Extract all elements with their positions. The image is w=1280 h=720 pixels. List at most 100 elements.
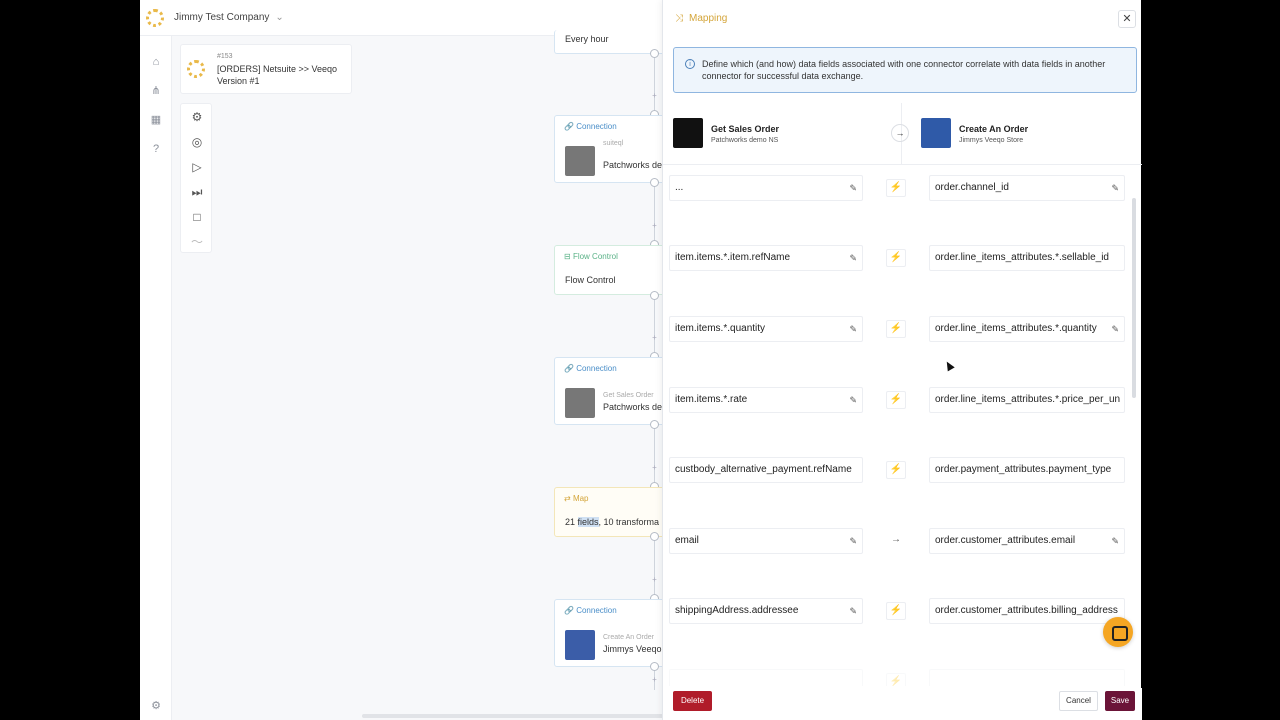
node-subtitle: suiteql: [603, 140, 624, 147]
source-name: Get Sales Order: [711, 124, 780, 134]
source-field[interactable]: ... ✎: [669, 175, 863, 201]
home-icon[interactable]: ⌂: [148, 54, 164, 70]
source-field[interactable]: [669, 669, 863, 686]
save-button[interactable]: Save: [1105, 691, 1135, 711]
cancel-button[interactable]: Cancel: [1059, 691, 1098, 711]
network-icon[interactable]: ⋔: [148, 83, 164, 99]
help-icon[interactable]: ?: [148, 141, 164, 157]
play-icon[interactable]: ▷: [190, 160, 204, 174]
schedule-label: Every hour: [565, 34, 609, 44]
oracle-logo-icon: [565, 146, 595, 176]
source-sub: Patchworks demo NS: [711, 137, 779, 144]
pencil-icon[interactable]: ✎: [849, 246, 857, 270]
info-icon: i: [685, 59, 695, 69]
target-field[interactable]: order.payment_attributes.payment_type: [929, 457, 1125, 483]
target-field[interactable]: order.channel_id ✎: [929, 175, 1125, 201]
arrow-right-icon[interactable]: →: [886, 532, 906, 550]
gear-icon[interactable]: ⚙: [190, 110, 204, 124]
skip-forward-icon[interactable]: ⏭: [190, 185, 204, 199]
flow-logo-icon: [187, 60, 205, 78]
chevron-down-icon: ⌄: [275, 12, 284, 23]
mapping-row: shippingAddress.addressee ✎ ⚡ order.custo…: [663, 589, 1133, 635]
panel-footer: Delete Cancel Save: [663, 688, 1142, 720]
mapping-row: item.items.*.item.refName ✎ ⚡ order.line_…: [663, 236, 1133, 282]
source-field[interactable]: item.items.*.rate ✎: [669, 387, 863, 413]
node-port[interactable]: [650, 291, 659, 300]
node-port[interactable]: [650, 662, 659, 671]
chat-launcher-icon[interactable]: [1103, 617, 1133, 647]
magic-wand-icon[interactable]: ⚡: [886, 673, 906, 686]
shuffle-icon: ⤨: [675, 13, 683, 24]
pencil-icon[interactable]: ✎: [1111, 317, 1119, 341]
connection-node-3[interactable]: 🔗 Connection Create An Order Jimmys Veeq…: [554, 599, 674, 667]
target-name: Create An Order: [959, 124, 1029, 134]
add-step-icon[interactable]: +: [650, 676, 659, 685]
flow-number: #153: [217, 53, 233, 60]
veeqo-logo-icon: [921, 118, 951, 148]
flow-control-node[interactable]: ⊟ Flow Control Flow Control: [554, 245, 674, 295]
mapping-row: email ✎ → order.customer_attributes.email…: [663, 519, 1133, 565]
oracle-netsuite-logo-icon: [673, 118, 703, 148]
magic-wand-icon[interactable]: ⚡: [886, 179, 906, 197]
node-label: Patchworks de: [603, 160, 663, 170]
node-type: 🔗 Connection: [564, 364, 617, 373]
node-port[interactable]: [650, 532, 659, 541]
pencil-icon[interactable]: ✎: [1111, 529, 1119, 553]
pencil-icon[interactable]: ✎: [1111, 176, 1119, 200]
target-sub: Jimmys Veeqo Store: [959, 137, 1024, 144]
vertical-scrollbar[interactable]: [1132, 198, 1136, 398]
apps-grid-icon[interactable]: ▦: [148, 112, 164, 128]
node-port[interactable]: [650, 49, 659, 58]
magic-wand-icon[interactable]: ⚡: [886, 602, 906, 620]
target-icon[interactable]: ◎: [190, 135, 204, 149]
activity-icon[interactable]: 〜: [190, 235, 204, 249]
target-field[interactable]: order.line_items_attributes.*.quantity ✎: [929, 316, 1125, 342]
node-port[interactable]: [650, 420, 659, 429]
node-label: Patchworks de: [603, 402, 663, 412]
pencil-icon[interactable]: ✎: [849, 317, 857, 341]
connection-node-1[interactable]: 🔗 Connection suiteql Patchworks de: [554, 115, 674, 183]
target-field[interactable]: order.line_items_attributes.*.sellable_i…: [929, 245, 1125, 271]
company-name: Jimmy Test Company: [174, 12, 270, 23]
source-field[interactable]: item.items.*.quantity ✎: [669, 316, 863, 342]
add-step-icon[interactable]: +: [650, 576, 659, 585]
source-field[interactable]: custbody_alternative_payment.refName: [669, 457, 863, 483]
target-field[interactable]: order.customer_attributes.billing_addres…: [929, 598, 1125, 624]
add-step-icon[interactable]: +: [650, 92, 659, 101]
close-icon[interactable]: ✕: [1118, 10, 1136, 28]
connection-node-2[interactable]: 🔗 Connection Get Sales Order Patchworks …: [554, 357, 674, 425]
source-field[interactable]: shippingAddress.addressee ✎: [669, 598, 863, 624]
add-step-icon[interactable]: +: [650, 222, 659, 231]
node-label: Jimmys Veeqo: [603, 644, 662, 654]
panel-title: ⤨ Mapping: [675, 13, 728, 24]
mapping-row: custbody_alternative_payment.refName ⚡ o…: [663, 448, 1133, 494]
magic-wand-icon[interactable]: ⚡: [886, 391, 906, 409]
node-port[interactable]: [650, 178, 659, 187]
source-field[interactable]: item.items.*.item.refName ✎: [669, 245, 863, 271]
node-subtitle: Create An Order: [603, 634, 654, 641]
target-field[interactable]: [929, 669, 1125, 686]
magic-wand-icon[interactable]: ⚡: [886, 320, 906, 338]
add-step-icon[interactable]: +: [650, 334, 659, 343]
node-type: ⊟ Flow Control: [564, 252, 618, 261]
left-nav-rail: ⌂ ⋔ ▦ ? ⚙: [140, 36, 172, 720]
map-node[interactable]: ⇄ Map 21 fields, 10 transforma: [554, 487, 674, 537]
company-switcher[interactable]: Jimmy Test Company ⌄: [174, 12, 284, 23]
source-field[interactable]: email ✎: [669, 528, 863, 554]
add-step-icon[interactable]: +: [650, 464, 659, 473]
delete-button[interactable]: Delete: [673, 691, 712, 711]
pencil-icon[interactable]: ✎: [849, 599, 857, 623]
stop-icon[interactable]: □: [190, 210, 204, 224]
mapping-panel: ⤨ Mapping ✕ i Define which (and how) data…: [662, 0, 1142, 720]
oracle-logo-icon: [565, 388, 595, 418]
settings-gear-icon[interactable]: ⚙: [148, 698, 164, 714]
magic-wand-icon[interactable]: ⚡: [886, 461, 906, 479]
mapping-row: ... ✎ ⚡ order.channel_id ✎: [663, 166, 1133, 212]
target-field[interactable]: order.customer_attributes.email ✎: [929, 528, 1125, 554]
pencil-icon[interactable]: ✎: [849, 388, 857, 412]
target-field[interactable]: order.line_items_attributes.*.price_per_…: [929, 387, 1125, 413]
mapping-row-partial: ⚡: [663, 660, 1133, 686]
pencil-icon[interactable]: ✎: [849, 529, 857, 553]
pencil-icon[interactable]: ✎: [849, 176, 857, 200]
magic-wand-icon[interactable]: ⚡: [886, 249, 906, 267]
